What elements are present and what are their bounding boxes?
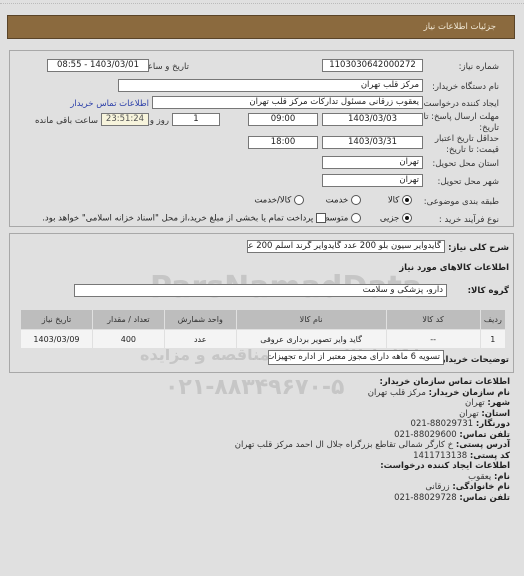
purchase-type-option-minor[interactable]: جزیی bbox=[380, 213, 412, 224]
radio-icon[interactable] bbox=[351, 213, 361, 223]
col-unit: واحد شمارش bbox=[163, 309, 237, 330]
radio-icon[interactable] bbox=[294, 195, 304, 205]
purchase-type-option-medium[interactable]: متوسط bbox=[322, 213, 361, 224]
cell-goods-code: -- bbox=[385, 329, 481, 349]
checkbox-icon[interactable] bbox=[316, 213, 326, 223]
address-value: خ کارگر شمالی تقاطع بزرگراه جلال ال احمد… bbox=[234, 440, 454, 450]
buyer-contact-link[interactable]: اطلاعات تماس خریدار bbox=[70, 99, 149, 109]
treasury-checkbox-option[interactable]: پرداخت تمام یا بخشی از مبلغ خرید،از محل … bbox=[42, 213, 326, 224]
postal-code-label: کد پستی: bbox=[469, 450, 510, 461]
last-name-label: نام خانوادگی: bbox=[452, 482, 510, 492]
goods-table: ردیف کد کالا نام کالا واحد شمارش تعداد /… bbox=[20, 309, 507, 349]
page-header: جزئیات اطلاعات نیاز bbox=[7, 15, 515, 39]
fax-value: 88029731-021 bbox=[410, 419, 474, 429]
creator-phone-value: 88029728-021 bbox=[394, 492, 457, 503]
purchase-type-label: نوع فرآیند خرید : bbox=[438, 215, 499, 225]
remaining-time-label: ساعت باقی مانده bbox=[34, 116, 98, 126]
table-row: 1 -- گاید وایر تصویر برداری عروقی عدد 40… bbox=[20, 329, 507, 349]
first-name-label: نام: bbox=[493, 471, 510, 482]
goods-info-title: اطلاعات کالاهای مورد نیاز bbox=[399, 263, 509, 273]
page-title: جزئیات اطلاعات نیاز bbox=[423, 22, 496, 32]
summary-field: گایدوایر سیون بلو 200 عدد گایدوایر گرند … bbox=[247, 240, 445, 253]
col-goods-name: نام کالا bbox=[235, 309, 387, 330]
need-number-field: 1103030642000272 bbox=[322, 59, 423, 72]
address-label: آدرس پستی: bbox=[455, 440, 510, 450]
cell-need-date: 1403/03/09 bbox=[20, 329, 93, 349]
phone-value: 88029600-021 bbox=[394, 429, 457, 440]
col-goods-code: کد کالا bbox=[385, 309, 481, 330]
goods-group-label: گروه کالا: bbox=[467, 286, 509, 296]
response-deadline-time-field: 09:00 bbox=[248, 113, 318, 126]
fax-label: دورنگار: bbox=[475, 419, 510, 429]
category-option-goods-service[interactable]: کالا/خدمت bbox=[254, 195, 304, 206]
cell-row-number: 1 bbox=[479, 329, 507, 349]
response-deadline-label: مهلت ارسال پاسخ: تا تاریخ: bbox=[423, 112, 499, 133]
contact-title: اطلاعات تماس سازمان خریدار: bbox=[379, 377, 510, 387]
category-option-service[interactable]: خدمت bbox=[326, 195, 361, 206]
org-name-value: مرکز قلب تهران bbox=[367, 387, 426, 398]
response-deadline-date-field: 1403/03/03 bbox=[322, 113, 423, 126]
creator-phone-label: تلفن تماس: bbox=[459, 492, 510, 503]
requester-label: ایجاد کننده درخواست: bbox=[420, 99, 499, 109]
table-header-row: ردیف کد کالا نام کالا واحد شمارش تعداد /… bbox=[20, 309, 507, 330]
delivery-city-field: تهران bbox=[322, 174, 423, 187]
category-label: طبقه بندی موضوعی: bbox=[423, 197, 499, 207]
postal-code-value: 1411713138 bbox=[413, 450, 468, 461]
remaining-days-field: 1 bbox=[172, 113, 220, 126]
summary-label: شرح کلی نیاز: bbox=[448, 243, 509, 253]
col-need-date: تاریخ نیاز bbox=[20, 309, 93, 330]
col-row-number: ردیف bbox=[479, 309, 507, 330]
delivery-province-field: تهران bbox=[322, 156, 423, 169]
buyer-notes-label: توضیحات خریدار: bbox=[437, 355, 509, 365]
col-quantity: تعداد / مقدار bbox=[91, 309, 165, 330]
city-value: تهران bbox=[465, 398, 485, 408]
buyer-org-field: مرکز قلب تهران bbox=[118, 79, 423, 92]
days-label: روز و bbox=[149, 116, 169, 126]
city-label: شهر: bbox=[487, 398, 510, 408]
cell-quantity: 400 bbox=[91, 329, 165, 349]
price-validity-date-field: 1403/03/31 bbox=[322, 136, 423, 149]
goods-group-field: دارو، پزشکی و سلامت bbox=[74, 284, 447, 297]
delivery-province-label: استان محل تحویل: bbox=[432, 159, 499, 169]
remaining-time-field: 23:51:24 bbox=[101, 113, 149, 126]
price-validity-time-field: 18:00 bbox=[248, 136, 318, 149]
last-name-value: زرقانی bbox=[425, 482, 450, 492]
announce-datetime-field: 1403/03/01 - 08:55 bbox=[47, 59, 149, 72]
radio-selected-icon[interactable] bbox=[402, 195, 412, 205]
phone-label: تلفن تماس: bbox=[459, 429, 510, 440]
need-number-label: شماره نیاز: bbox=[458, 62, 499, 72]
province-label: استان: bbox=[481, 408, 510, 419]
price-validity-label: حداقل تاریخ اعتبار قیمت: تا تاریخ: bbox=[434, 134, 499, 155]
requester-field: یعقوب زرقانی مسئول تدارکات مرکز قلب تهرا… bbox=[152, 96, 423, 109]
creator-title: اطلاعات ایجاد کننده درخواست: bbox=[380, 461, 510, 471]
province-value: تهران bbox=[459, 408, 479, 419]
radio-selected-icon[interactable] bbox=[402, 213, 412, 223]
buyer-notes-field: تسویه 6 ماهه دارای مجوز معتبر از اداره ت… bbox=[268, 350, 444, 365]
top-divider bbox=[0, 0, 524, 4]
radio-icon[interactable] bbox=[351, 195, 361, 205]
category-option-goods[interactable]: کالا bbox=[388, 195, 412, 206]
cell-goods-name: گاید وایر تصویر برداری عروقی bbox=[235, 329, 387, 349]
delivery-city-label: شهر محل تحویل: bbox=[437, 177, 499, 187]
buyer-org-label: نام دستگاه خریدار: bbox=[432, 82, 499, 92]
cell-unit: عدد bbox=[163, 329, 237, 349]
org-name-label: نام سازمان خریدار: bbox=[428, 387, 510, 398]
buyer-contact-info: اطلاعات تماس سازمان خریدار: نام سازمان خ… bbox=[235, 377, 510, 503]
first-name-value: یعقوب bbox=[468, 471, 492, 482]
